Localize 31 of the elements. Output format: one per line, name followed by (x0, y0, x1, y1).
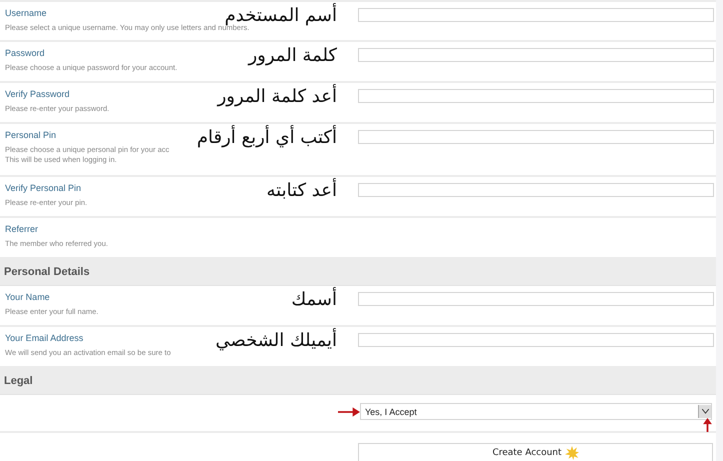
starburst-icon (564, 446, 579, 460)
field-label: Username (5, 8, 47, 18)
field-label: Your Name (5, 292, 50, 302)
input-field[interactable] (358, 48, 714, 62)
arrow-icon (338, 407, 360, 417)
annotation-text: أيميلك الشخصي (216, 329, 337, 353)
field-label: Personal Pin (5, 130, 56, 140)
annotation-text: أعد كتابته (266, 179, 337, 203)
annotation-text: أكتب أي أربع أرقام (196, 126, 337, 150)
annotation-text: أعد كلمة المرور (218, 85, 337, 109)
field-label: Password (5, 48, 45, 58)
field-label: Your Email Address (5, 333, 84, 343)
input-field[interactable] (358, 333, 714, 347)
dropdown[interactable]: Yes, I Accept (360, 403, 712, 420)
field-label: Verify Password (5, 89, 70, 99)
input-field[interactable] (358, 130, 714, 144)
create-account-button[interactable]: Create Account (358, 443, 713, 461)
dropdown-button[interactable] (698, 405, 711, 418)
field-label: Referrer (5, 224, 38, 234)
input-field[interactable] (358, 183, 714, 197)
dropdown-value: Yes, I Accept (364, 406, 417, 416)
section-header: Personal Details (0, 259, 716, 286)
annotation-text: كلمة المرور (248, 44, 337, 68)
field-label: Verify Personal Pin (5, 183, 82, 193)
input-field[interactable] (358, 89, 714, 103)
input-field[interactable] (358, 292, 714, 306)
section-header: Legal (0, 368, 716, 395)
annotation-text: أسمك (291, 288, 337, 312)
arrow-icon (703, 418, 712, 432)
input-field[interactable] (358, 8, 714, 22)
caret-icon (702, 409, 708, 414)
